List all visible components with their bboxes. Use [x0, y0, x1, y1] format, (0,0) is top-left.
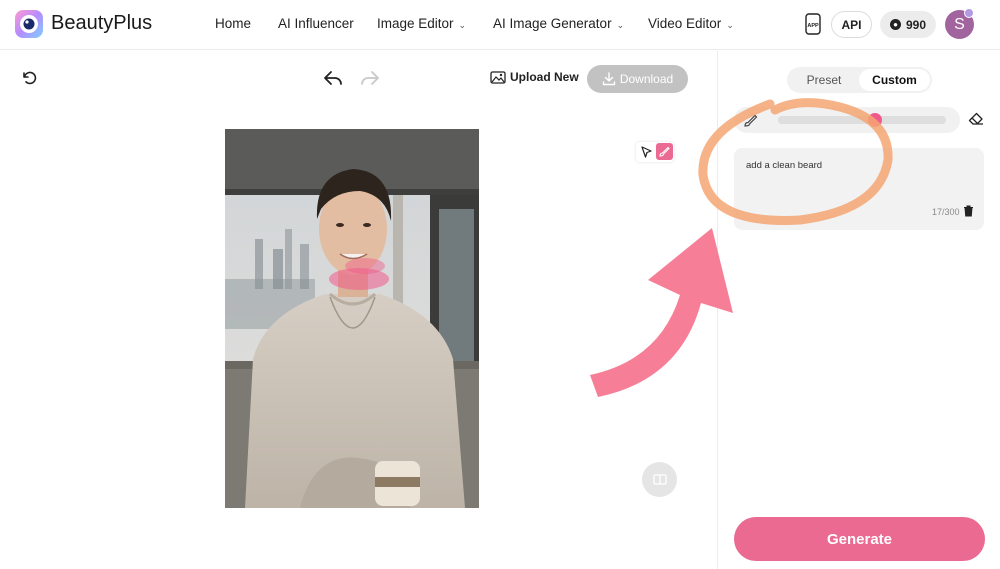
api-button[interactable]: API [831, 11, 872, 38]
tab-custom-label: Custom [872, 73, 917, 87]
nav-video-editor[interactable]: Video Editor ⌄ [648, 16, 734, 31]
brand-name[interactable]: BeautyPlus [51, 12, 152, 35]
nav-image-editor[interactable]: Image Editor ⌄ [377, 16, 466, 31]
pro-badge-icon [964, 8, 974, 18]
upload-new-button[interactable]: Upload New [490, 70, 579, 84]
undo-icon[interactable] [323, 70, 343, 87]
brush-tool-icon[interactable] [656, 143, 673, 160]
nav-image-editor-label: Image Editor [377, 16, 454, 31]
beautyplus-logo-icon[interactable] [14, 9, 44, 39]
pointer-icon[interactable] [641, 146, 652, 158]
tab-preset-label: Preset [806, 73, 842, 87]
redo-icon[interactable] [360, 70, 380, 87]
compare-button[interactable] [642, 462, 677, 497]
chevron-down-icon: ⌄ [616, 20, 625, 30]
upload-new-label: Upload New [510, 70, 579, 84]
eraser-icon[interactable] [968, 112, 984, 126]
top-navigation-bar: BeautyPlus Home AI Influencer Image Edit… [0, 0, 1000, 50]
app-download-icon[interactable]: APP [804, 13, 822, 35]
download-label: Download [619, 72, 674, 86]
trash-icon[interactable] [963, 205, 974, 217]
nav-ai-image-generator-label: AI Image Generator [493, 16, 612, 31]
brush-size-slider-fill [778, 116, 876, 124]
edited-photo[interactable] [225, 129, 479, 508]
nav-home[interactable]: Home [215, 16, 251, 31]
tab-custom[interactable]: Custom [859, 69, 930, 91]
download-button[interactable]: Download [587, 65, 688, 93]
credits-badge[interactable]: ● 990 [880, 11, 936, 38]
compare-icon [652, 474, 667, 485]
mask-tool-toolbar [636, 142, 674, 162]
mode-tabs: Preset Custom [787, 67, 932, 93]
download-icon [602, 72, 616, 86]
generate-button[interactable]: Generate [734, 517, 985, 561]
coin-icon: ● [889, 19, 901, 30]
nav-home-label: Home [215, 16, 252, 31]
app-icon-label: APP [807, 23, 819, 29]
image-upload-icon [490, 71, 506, 84]
tab-preset[interactable]: Preset [789, 69, 859, 91]
credits-count: 990 [905, 17, 927, 32]
generate-label: Generate [826, 530, 893, 548]
nav-ai-influencer-label: AI Influencer [278, 16, 354, 31]
avatar-initial: S [954, 15, 965, 33]
panel-divider [717, 51, 718, 569]
nav-ai-image-generator[interactable]: AI Image Generator ⌄ [493, 16, 624, 31]
nav-ai-influencer[interactable]: AI Influencer [278, 16, 354, 31]
brush-icon [744, 114, 758, 127]
prompt-text[interactable]: add a clean beard [746, 160, 822, 171]
chevron-down-icon: ⌄ [726, 20, 734, 30]
nav-video-editor-label: Video Editor [648, 16, 722, 31]
chevron-down-icon: ⌄ [458, 20, 467, 30]
character-count: 17/300 [932, 207, 960, 217]
api-label: API [841, 17, 862, 32]
reset-icon[interactable] [21, 70, 37, 86]
